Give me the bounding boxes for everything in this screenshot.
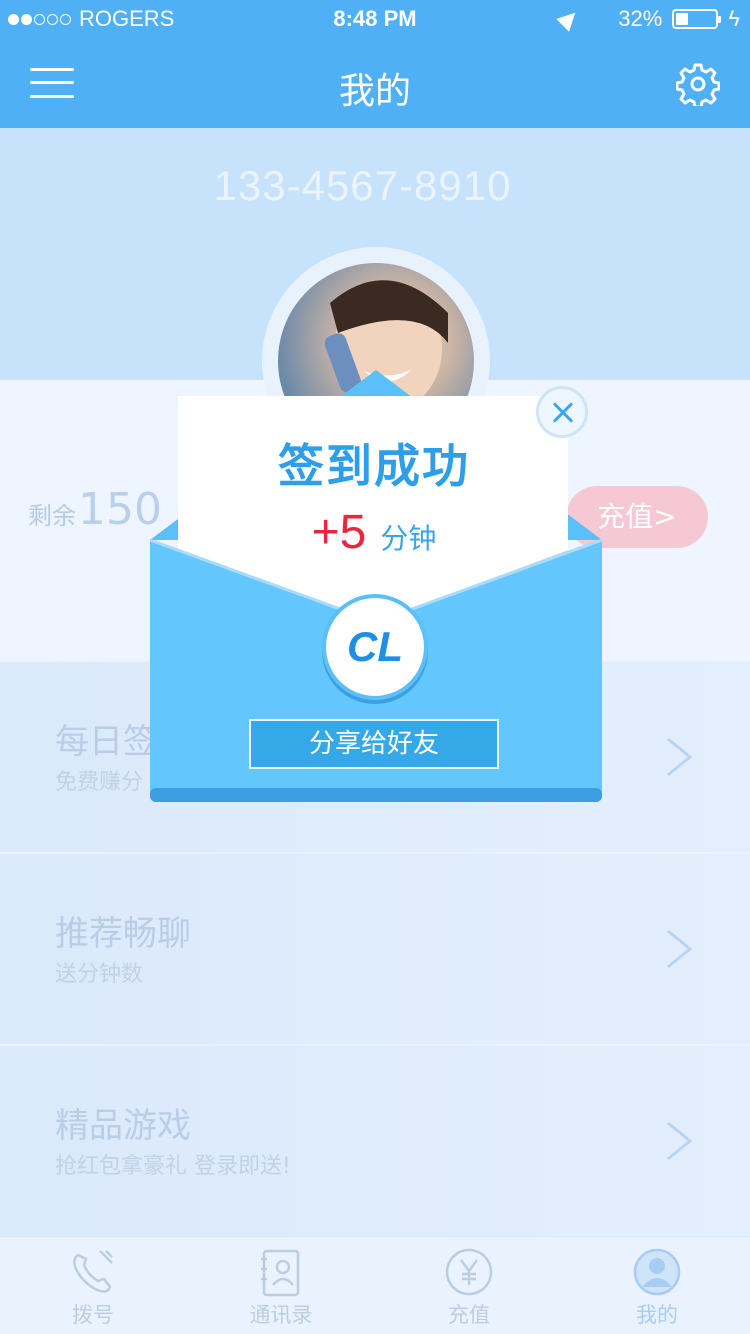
list-item-subtitle: 送分钟数 (55, 962, 144, 987)
gear-icon[interactable] (676, 62, 720, 106)
tab-label: 通讯录 (249, 1303, 313, 1327)
tab-recharge[interactable]: 充值 (399, 1237, 539, 1334)
share-button[interactable]: 分享给好友 (249, 719, 499, 769)
top-bar: ROGERS 8:48 PM 32% ϟ 我的 (0, 0, 750, 128)
battery-icon (672, 9, 722, 29)
checkin-title: 签到成功 (278, 439, 470, 493)
list-item-title: 精品游戏 (55, 1106, 191, 1146)
page-title: 我的 (338, 71, 411, 112)
list-item-games[interactable]: 精品游戏 抢红包拿豪礼 登录即送! (0, 1046, 750, 1236)
yuan-icon (445, 1248, 493, 1296)
status-bar: ROGERS 8:48 PM 32% ϟ (0, 0, 750, 36)
list-item-subtitle: 抢红包拿豪礼 登录即送! (55, 1154, 291, 1179)
tab-label: 我的 (636, 1303, 678, 1327)
location-icon (556, 6, 583, 32)
app-logo: CL (322, 594, 428, 700)
contacts-icon (261, 1249, 300, 1297)
chevron-right-icon (667, 737, 693, 777)
charging-icon: ϟ (728, 6, 740, 31)
user-icon (633, 1248, 681, 1296)
list-item-title: 每日签 (55, 722, 157, 762)
phone-number: 133-4567-8910 (213, 162, 512, 209)
tab-label: 充值 (448, 1303, 490, 1327)
chevron-right-icon (667, 929, 693, 969)
battery-percent: 32% (618, 6, 663, 31)
tab-dial[interactable]: 拨号 (23, 1237, 163, 1334)
tab-mine[interactable]: 我的 (587, 1237, 727, 1334)
tab-bar: 拨号 通讯录 充值 我的 (0, 1236, 750, 1334)
remain-balance: 剩余150 (28, 484, 162, 535)
gain-unit: 分钟 (380, 522, 437, 555)
dial-icon (73, 1250, 113, 1293)
list-item-recommend[interactable]: 推荐畅聊 送分钟数 (0, 854, 750, 1044)
list-item-title: 推荐畅聊 (55, 914, 191, 954)
gain-line: +5 分钟 (178, 505, 570, 560)
chevron-right-icon (667, 1121, 693, 1161)
tab-contacts[interactable]: 通讯录 (211, 1237, 351, 1334)
status-right: 32% ϟ (556, 6, 740, 32)
tab-label: 拨号 (72, 1303, 114, 1327)
remain-label: 剩余 (28, 502, 76, 530)
list-item-subtitle: 免费赚分 (55, 770, 144, 795)
gain-value: +5 (311, 506, 367, 559)
